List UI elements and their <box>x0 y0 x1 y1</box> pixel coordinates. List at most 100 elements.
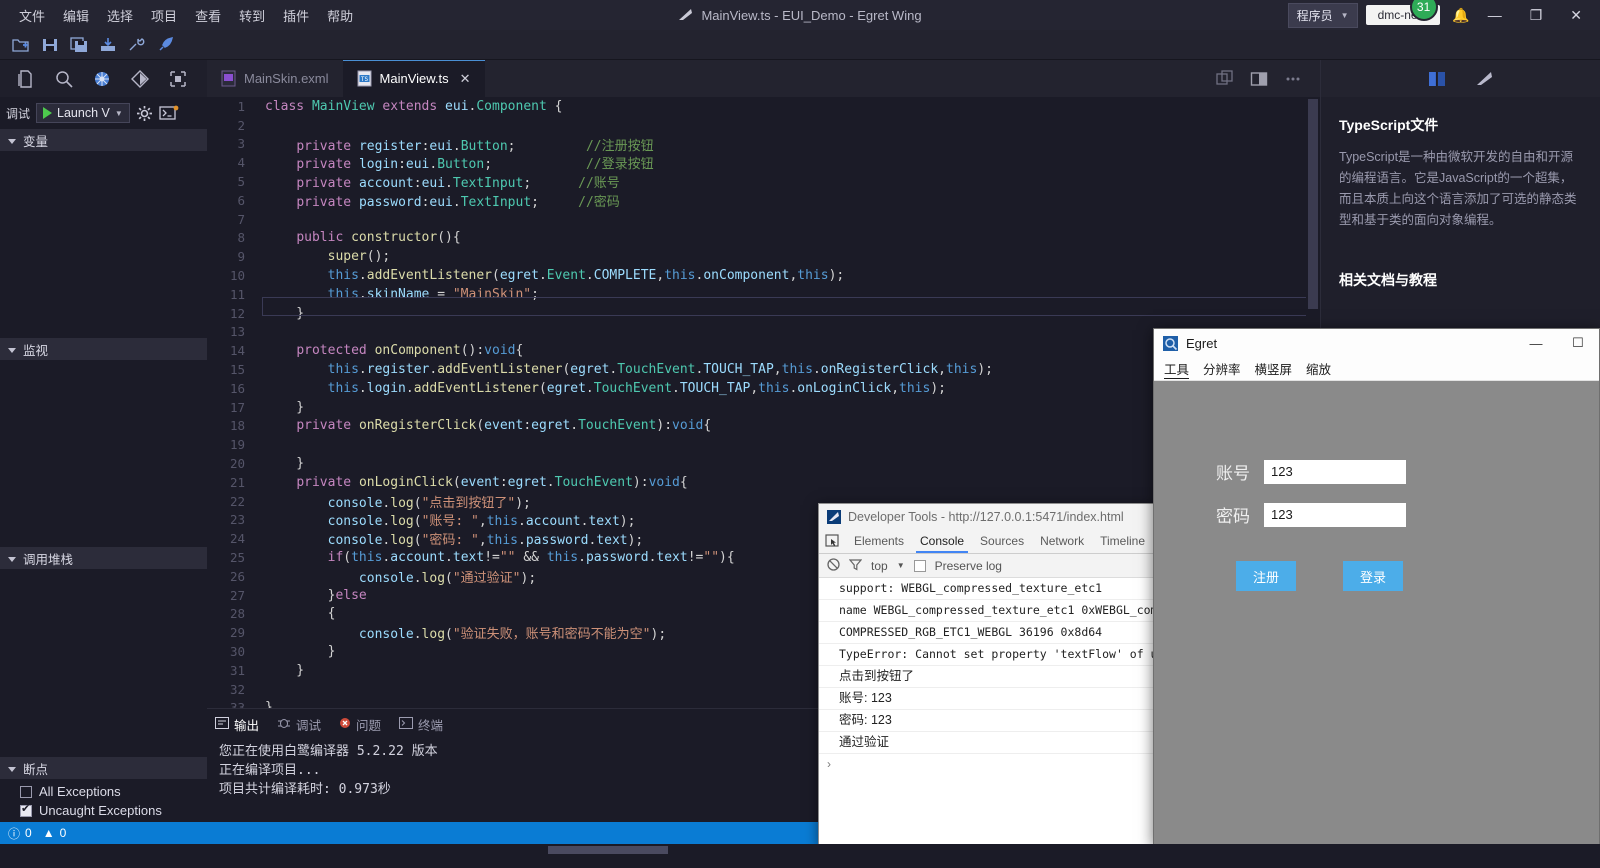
code-line[interactable]: 7 <box>207 210 1320 229</box>
close-icon[interactable]: ✕ <box>460 71 471 87</box>
account-input[interactable]: 123 <box>1264 459 1406 484</box>
egret-menu-orientation[interactable]: 横竖屏 <box>1255 359 1293 378</box>
window-close-button[interactable]: ✕ <box>1560 3 1592 28</box>
code-line[interactable]: 2 <box>207 116 1320 135</box>
egret-menu-scale[interactable]: 缩放 <box>1306 359 1331 378</box>
console-prompt[interactable]: › <box>819 754 1153 774</box>
tab-mainskin-exml[interactable]: MainSkin.exml <box>207 60 343 97</box>
inspect-element-icon[interactable] <box>819 529 846 553</box>
devtools-console-output[interactable]: support: WEBGL_compressed_texture_etc1 na… <box>819 578 1153 846</box>
console-context-label[interactable]: top <box>871 559 888 573</box>
build-icon[interactable] <box>128 37 146 53</box>
output-tab-problems[interactable]: 问题 <box>339 715 381 734</box>
breakpoint-all-exceptions[interactable]: All Exceptions <box>0 782 207 801</box>
egret-preview-window[interactable]: Egret — ☐ 工具 分辨率 横竖屏 缩放 账号 123 密码 123 注册… <box>1153 328 1600 846</box>
debug-settings-gear-icon[interactable] <box>136 105 153 122</box>
output-tab-output[interactable]: 输出 <box>215 715 259 734</box>
split-editor-icon[interactable] <box>1250 70 1268 88</box>
sidebar-section-watch[interactable]: 监视 <box>0 338 207 360</box>
search-icon[interactable] <box>54 69 74 89</box>
menu-item-project[interactable]: 项目 <box>142 2 186 29</box>
developer-tools-window[interactable]: Developer Tools - http://127.0.0.1:5471/… <box>818 503 1154 846</box>
checkbox[interactable] <box>20 785 32 798</box>
preserve-log-checkbox[interactable] <box>913 559 926 572</box>
code-line[interactable]: 9 super(); <box>207 247 1320 266</box>
debug-icon[interactable] <box>92 69 112 89</box>
breakpoint-uncaught-exceptions[interactable]: Uncaught Exceptions <box>0 801 207 820</box>
error-icon[interactable]: ⓘ <box>8 825 20 842</box>
login-button[interactable]: 登录 <box>1343 561 1403 591</box>
egret-feather-icon[interactable] <box>1475 70 1495 88</box>
tab-mainview-ts[interactable]: TS MainView.ts ✕ <box>342 60 485 97</box>
sidebar-section-callstack[interactable]: 调用堆栈 <box>0 547 207 569</box>
menu-item-select[interactable]: 选择 <box>98 2 142 29</box>
collapse-triangle-icon <box>8 347 16 353</box>
user-chip[interactable]: dmc-nero 31 <box>1365 0 1441 25</box>
code-line[interactable]: 6 private password:eui.TextInput; //密码 <box>207 191 1320 210</box>
output-tab-terminal[interactable]: 终端 <box>399 715 443 734</box>
checkbox[interactable] <box>20 802 32 817</box>
save-all-icon[interactable] <box>70 36 88 53</box>
egret-stage[interactable]: 账号 123 密码 123 注册 登录 <box>1154 381 1599 845</box>
devtools-tab-network[interactable]: Network <box>1032 529 1092 553</box>
menu-item-help[interactable]: 帮助 <box>318 2 362 29</box>
debug-console-icon[interactable] <box>159 105 179 121</box>
devtools-tab-console[interactable]: Console <box>912 529 972 553</box>
password-input[interactable]: 123 <box>1264 502 1406 527</box>
launch-config-dropdown[interactable]: Launch V ▼ <box>36 103 130 123</box>
role-dropdown[interactable]: 程序员 ▼ <box>1287 2 1358 28</box>
devtools-tab-elements[interactable]: Elements <box>846 529 912 553</box>
doc-panel-content: TypeScript文件 TypeScript是一种由微软开发的自由和开源的编程… <box>1321 97 1600 290</box>
window-maximize-button[interactable]: ❐ <box>1520 3 1553 28</box>
line-number: 5 <box>237 174 245 190</box>
register-button[interactable]: 注册 <box>1236 561 1296 591</box>
menu-item-view[interactable]: 查看 <box>186 2 230 29</box>
code-line[interactable]: 4 private login:eui.Button; //登录按钮 <box>207 153 1320 172</box>
sidebar-section-variables[interactable]: 变量 <box>0 129 207 151</box>
menu-item-edit[interactable]: 编辑 <box>54 2 98 29</box>
code-text: if(this.account.text!="" && this.passwor… <box>327 550 735 566</box>
filter-icon[interactable] <box>848 558 863 574</box>
output-tab-debug[interactable]: 调试 <box>277 715 321 734</box>
menu-item-plugins[interactable]: 插件 <box>274 2 318 29</box>
extensions-icon[interactable] <box>168 69 188 89</box>
code-line[interactable]: 1 class MainView extends eui.Component { <box>207 97 1320 116</box>
devtools-tab-timeline[interactable]: Timeline <box>1092 529 1153 553</box>
doc-heading-related: 相关文档与教程 <box>1339 272 1437 288</box>
code-line[interactable]: 10 this.addEventListener(egret.Event.COM… <box>207 266 1320 285</box>
save-icon[interactable] <box>41 37 59 53</box>
warning-icon[interactable]: ▲ <box>43 826 55 840</box>
bell-icon[interactable]: 🔔 <box>1452 7 1469 24</box>
chevron-down-icon[interactable]: ▼ <box>897 561 905 570</box>
egret-minimize-button[interactable]: — <box>1515 329 1557 357</box>
egret-menu-tools[interactable]: 工具 <box>1164 359 1190 379</box>
horizontal-scrollbar-thumb[interactable] <box>548 846 668 854</box>
preview-icon[interactable] <box>1216 69 1234 88</box>
code-text: this.login.addEventListener(egret.TouchE… <box>265 380 946 396</box>
explorer-icon[interactable] <box>16 69 36 89</box>
bottom-strip <box>0 844 1600 868</box>
source-control-icon[interactable] <box>130 69 150 89</box>
run-rocket-icon[interactable] <box>157 36 175 53</box>
code-line[interactable]: 11 this.skinName = "MainSkin"; <box>207 285 1320 304</box>
devtools-tab-sources[interactable]: Sources <box>972 529 1032 553</box>
window-minimize-button[interactable]: — <box>1478 3 1512 27</box>
code-line[interactable]: 5 private account:eui.TextInput; //账号 <box>207 172 1320 191</box>
code-line[interactable]: 12 } <box>207 304 1320 323</box>
sidebar-section-breakpoints[interactable]: 断点 <box>0 757 207 779</box>
menu-item-goto[interactable]: 转到 <box>230 2 274 29</box>
more-actions-icon[interactable] <box>1284 70 1302 88</box>
code-line[interactable]: 8 public constructor(){ <box>207 229 1320 248</box>
docs-book-icon[interactable] <box>1427 70 1447 88</box>
scrollbar-thumb[interactable] <box>1308 99 1318 309</box>
egret-menu-resolution[interactable]: 分辨率 <box>1203 359 1241 378</box>
new-file-icon[interactable] <box>12 37 30 53</box>
title-bar: 文件 编辑 选择 项目 查看 转到 插件 帮助 MainView.ts - EU… <box>0 0 1600 30</box>
publish-icon[interactable] <box>99 37 117 53</box>
line-number: 7 <box>237 211 245 227</box>
menu-item-file[interactable]: 文件 <box>10 2 54 29</box>
egret-maximize-button[interactable]: ☐ <box>1557 329 1599 357</box>
clear-console-icon[interactable] <box>827 557 840 574</box>
code-line[interactable]: 3 private register:eui.Button; //注册按钮 <box>207 135 1320 153</box>
play-icon[interactable] <box>43 107 53 119</box>
